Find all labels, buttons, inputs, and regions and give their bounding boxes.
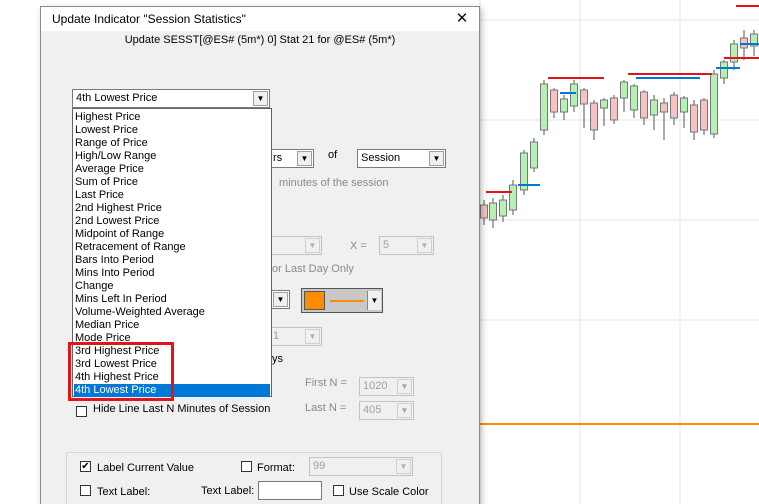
candle-body: [550, 89, 558, 113]
dropdown-option[interactable]: Average Price: [74, 163, 270, 176]
candle-body: [670, 94, 678, 119]
candle-body: [590, 102, 598, 131]
x-value: 5: [383, 239, 390, 251]
last-n-label: Last N =: [305, 402, 347, 414]
text-label-field-label: Text Label:: [201, 485, 255, 497]
candle-body: [480, 204, 488, 219]
candle-body: [710, 73, 718, 135]
use-scale-color-label: Use Scale Color: [349, 486, 429, 498]
candle-body: [560, 98, 568, 113]
dropdown-option[interactable]: Bars Into Period: [74, 254, 270, 267]
chevron-down-icon: ▼: [305, 329, 320, 344]
dropdown-option[interactable]: Sum of Price: [74, 176, 270, 189]
dropdown-option[interactable]: Lowest Price: [74, 124, 270, 137]
candle-body: [660, 102, 668, 113]
candle-body: [620, 81, 628, 99]
text-label-checkbox[interactable]: [80, 485, 91, 496]
format-value: 99: [313, 460, 326, 472]
x-value-select: 5 ▼: [379, 236, 434, 255]
candle-body: [730, 43, 738, 63]
label-current-value-label: Label Current Value: [97, 462, 195, 474]
close-icon[interactable]: ✕: [449, 8, 475, 30]
annotation-highlight-box: [68, 342, 174, 401]
dialog-titlebar: Update Indicator "Session Statistics" ✕: [41, 7, 479, 31]
color-swatch: [304, 291, 325, 310]
format-select: 99 ▼: [309, 457, 413, 476]
statistic-select[interactable]: 4th Lowest Price ▼: [72, 89, 270, 108]
candle-body: [720, 61, 728, 79]
candle-body: [680, 97, 688, 113]
chevron-down-icon: ▼: [397, 379, 412, 394]
candle-body: [540, 83, 548, 131]
last-n-input: 405 ▼: [359, 401, 414, 420]
chevron-down-icon: ▼: [397, 403, 412, 418]
candle-body: [650, 99, 658, 116]
dropdown-option[interactable]: Last Price: [74, 189, 270, 202]
first-n-label: First N =: [305, 377, 347, 389]
of-label: of: [328, 149, 338, 161]
candle-body: [640, 91, 648, 119]
chevron-down-icon[interactable]: ▼: [297, 151, 312, 166]
dropdown-option[interactable]: Highest Price: [74, 111, 270, 124]
days-label: ys: [272, 353, 283, 365]
text-label-chk-label: Text Label:: [97, 486, 151, 498]
minutes-of-session-label: minutes of the session: [279, 177, 389, 189]
chevron-down-icon: ▼: [396, 459, 411, 474]
chevron-down-icon: ▼: [305, 238, 320, 253]
period-type-value: rs: [273, 152, 283, 164]
dialog-title: Update Indicator "Session Statistics": [52, 12, 246, 26]
dropdown-option[interactable]: Median Price: [74, 319, 270, 332]
first-n-input: 1020 ▼: [359, 377, 414, 396]
use-scale-color-checkbox[interactable]: [333, 485, 344, 496]
dropdown-option[interactable]: 2nd Highest Price: [74, 202, 270, 215]
candle-body: [580, 89, 588, 105]
dialog-subtitle: Update SESST[@ES# (5m*) 0] Stat 21 for @…: [124, 34, 396, 46]
x-equals-label: X =: [350, 240, 367, 252]
format-checkbox[interactable]: [241, 461, 252, 472]
session-select-value: Session: [361, 152, 401, 164]
hide-line-label: Hide Line Last N Minutes of Session: [93, 403, 271, 415]
candle-body: [530, 141, 538, 169]
first-n-value: 1020: [363, 380, 388, 392]
label-current-value-checkbox[interactable]: ✔: [80, 461, 91, 472]
statistic-select-value: 4th Lowest Price: [76, 92, 158, 104]
candle-body: [509, 184, 517, 211]
dropdown-option[interactable]: Change: [74, 280, 270, 293]
chevron-down-icon[interactable]: ▼: [253, 91, 268, 106]
color-picker-button[interactable]: ▼: [301, 288, 383, 313]
chevron-down-icon[interactable]: ▼: [273, 292, 288, 307]
candle-body: [610, 97, 618, 121]
dropdown-option[interactable]: High/Low Range: [74, 150, 270, 163]
format-label: Format:: [257, 462, 295, 474]
candle-body: [499, 199, 507, 217]
candle-body: [489, 202, 497, 221]
candle-body: [630, 85, 638, 111]
dropdown-option[interactable]: Mins Into Period: [74, 267, 270, 280]
candle-body: [690, 104, 698, 133]
dropdown-option[interactable]: Volume-Weighted Average: [74, 306, 270, 319]
candle-body: [700, 99, 708, 131]
chevron-down-icon[interactable]: ▼: [429, 151, 444, 166]
dropdown-option[interactable]: 2nd Lowest Price: [74, 215, 270, 228]
candle-body: [570, 83, 578, 107]
chevron-down-icon: ▼: [417, 238, 432, 253]
dropdown-option[interactable]: Range of Price: [74, 137, 270, 150]
hide-line-checkbox[interactable]: [76, 406, 87, 417]
chevron-down-icon[interactable]: ▼: [367, 291, 381, 310]
session-select[interactable]: Session ▼: [357, 149, 446, 168]
text-label-input[interactable]: [258, 481, 322, 500]
line-preview: [330, 300, 364, 302]
candle-body: [600, 99, 608, 109]
last-day-only-label: or Last Day Only: [272, 263, 354, 275]
dropdown-option[interactable]: Retracement of Range: [74, 241, 270, 254]
last-n-value: 405: [363, 404, 382, 416]
disabled-select-b-value: 1: [273, 330, 280, 342]
dropdown-option[interactable]: Mins Left In Period: [74, 293, 270, 306]
dropdown-option[interactable]: Midpoint of Range: [74, 228, 270, 241]
